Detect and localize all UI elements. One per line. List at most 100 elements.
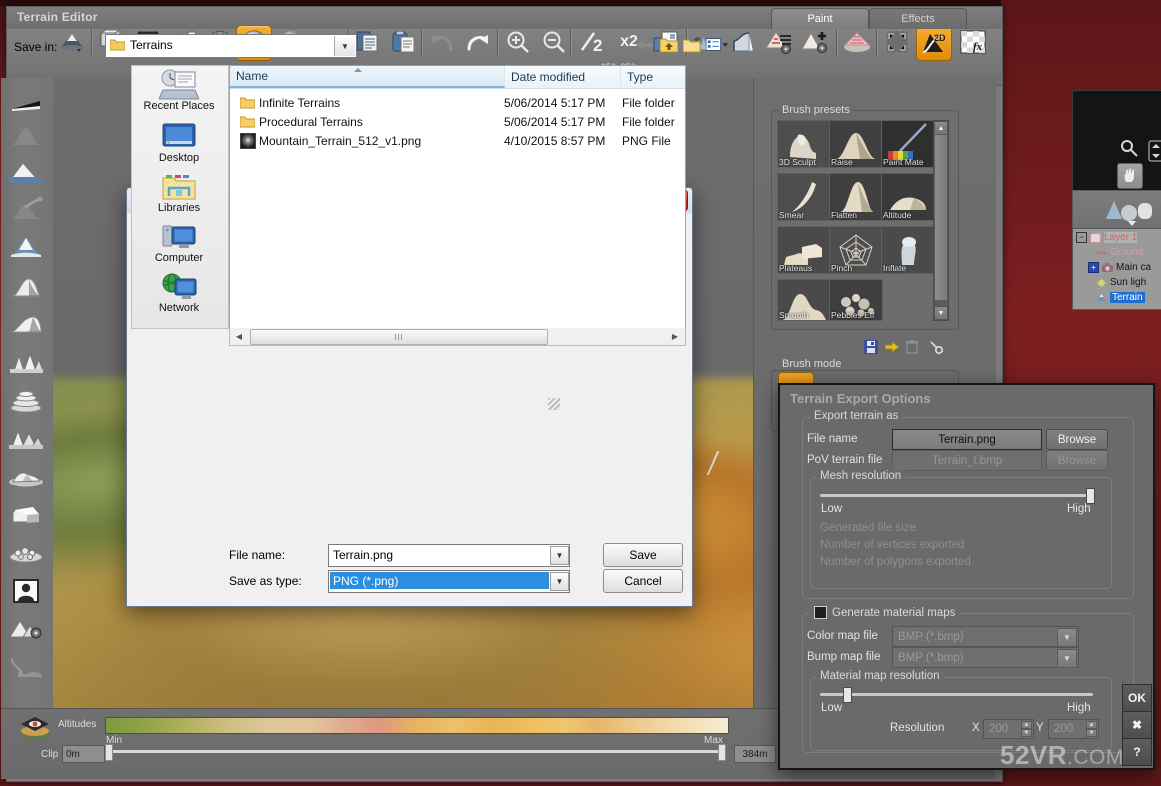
place-recent-places[interactable]: Recent Places xyxy=(131,68,227,120)
preset-flatten[interactable]: Flatten xyxy=(829,173,883,221)
file-name-field[interactable]: Terrain.png xyxy=(892,429,1042,450)
chevron-down-icon[interactable]: ▼ xyxy=(1057,628,1077,647)
preset-inflate[interactable]: Inflate xyxy=(881,226,935,274)
toolbar-add-terrain[interactable] xyxy=(798,25,832,59)
preset-settings-button[interactable] xyxy=(929,340,943,354)
material-resolution-slider[interactable] xyxy=(820,693,1093,696)
help-button[interactable]: ? xyxy=(1122,738,1152,766)
rail-pebbles-tool[interactable] xyxy=(8,538,44,568)
chevron-down-icon[interactable]: ▼ xyxy=(334,36,355,56)
color-map-select[interactable]: BMP (*.bmp) ▼ xyxy=(892,626,1079,647)
toolbar-curve[interactable] xyxy=(726,25,760,59)
preset-pinch[interactable]: Pinch xyxy=(829,226,883,274)
scroll-left-arrow-icon[interactable]: ◀ xyxy=(231,329,247,343)
preset-plateaus[interactable]: Plateaus xyxy=(777,226,831,274)
altitudes-gradient[interactable] xyxy=(105,717,729,734)
layer-row-sun-light[interactable]: Sun ligh xyxy=(1096,277,1146,288)
resolution-y-input[interactable]: 200 ▲ ▼ xyxy=(1048,719,1099,739)
place-computer[interactable]: Computer xyxy=(131,220,227,272)
chevron-down-icon[interactable]: ▼ xyxy=(1057,649,1077,668)
rail-person-silhouette-tool[interactable] xyxy=(8,576,44,606)
spinner-buttons[interactable]: ▲ ▼ xyxy=(1021,721,1032,737)
rail-peak-tool[interactable] xyxy=(8,232,44,262)
preset-pebbles-effect[interactable]: Pebbles Eff xyxy=(829,279,883,321)
table-row[interactable]: Infinite Terrains 5/06/2014 5:17 PM File… xyxy=(230,93,685,112)
rail-erosion-brush-tool[interactable] xyxy=(8,194,44,224)
rail-mountain-ghost-tool[interactable] xyxy=(8,120,44,150)
file-name-browse-button[interactable]: Browse xyxy=(1046,429,1108,450)
toolbar-zoom-in[interactable] xyxy=(501,25,535,59)
presets-scrollbar[interactable]: ▲ ▼ xyxy=(933,120,949,321)
preset-3d-sculpt[interactable]: 3D Sculpt xyxy=(777,120,831,168)
place-desktop[interactable]: Desktop xyxy=(131,120,227,172)
pov-browse-button[interactable]: Browse xyxy=(1046,450,1108,471)
preset-altitude[interactable]: Altitude xyxy=(881,173,935,221)
scroll-thumb[interactable] xyxy=(934,134,948,301)
toolbar-terrain-tool[interactable] xyxy=(55,25,89,59)
expand-icon[interactable]: + xyxy=(1088,262,1099,273)
scroll-down-arrow-icon[interactable]: ▼ xyxy=(934,306,948,320)
resize-grip[interactable] xyxy=(548,398,560,410)
toolbar-paste[interactable] xyxy=(387,25,421,59)
toolbar-terrain-paint[interactable] xyxy=(840,25,874,59)
rail-strata-tool[interactable] xyxy=(8,386,44,416)
views-list-icon[interactable] xyxy=(706,34,728,56)
column-header-date[interactable]: Date modified xyxy=(505,66,621,88)
file-list-horizontal-scrollbar[interactable]: ◀ ▶ xyxy=(229,328,686,346)
spinner-buttons[interactable]: ▲ ▼ xyxy=(1086,721,1097,737)
layer-row-layer1[interactable]: − Layer 1 xyxy=(1076,232,1138,243)
save-in-combobox[interactable]: Terrains ▼ xyxy=(105,34,357,58)
save-as-type-select[interactable]: PNG (*.png) ▼ xyxy=(328,570,570,593)
layer-row-terrain[interactable]: Terrain xyxy=(1096,292,1145,303)
chevron-down-icon[interactable]: ▼ xyxy=(550,572,569,591)
rail-mountain-water-tool[interactable] xyxy=(8,158,44,188)
resolution-x-input[interactable]: 200 ▲ ▼ xyxy=(983,719,1034,739)
horizontal-scroll-thumb[interactable] xyxy=(250,329,548,345)
file-list[interactable]: Name Date modified Type Infinite Terrain… xyxy=(229,65,686,329)
clip-max-handle[interactable] xyxy=(718,744,726,761)
toolbar-undo[interactable] xyxy=(425,25,459,59)
pov-terrain-field[interactable]: Terrain_t.bmp xyxy=(892,450,1042,471)
toolbar-redo[interactable] xyxy=(461,25,495,59)
rail-flow-arrow-tool[interactable] xyxy=(8,652,44,682)
rail-ridge-tool[interactable] xyxy=(8,310,44,340)
toolbar-divide-by-two[interactable]: 2 xyxy=(576,25,610,59)
rail-flat-terrain-tool[interactable] xyxy=(8,90,44,120)
save-preset-button[interactable] xyxy=(864,340,878,354)
preset-raise[interactable]: Raise xyxy=(829,120,883,168)
hand-pan-button[interactable] xyxy=(1117,163,1143,189)
spinner-up-icon[interactable]: ▲ xyxy=(1086,721,1097,729)
preset-smear[interactable]: Smear xyxy=(777,173,831,221)
rail-hills-tool[interactable] xyxy=(8,462,44,492)
cancel-button[interactable]: Cancel xyxy=(603,569,683,593)
cancel-button[interactable]: ✖ xyxy=(1122,711,1152,739)
rail-plateau-tool[interactable] xyxy=(8,500,44,530)
ok-button[interactable]: OK xyxy=(1122,684,1152,712)
save-button[interactable]: Save xyxy=(603,543,683,567)
tab-effects[interactable]: Effects xyxy=(869,8,967,29)
scroll-up-arrow-icon[interactable]: ▲ xyxy=(934,121,948,135)
clip-min-handle[interactable] xyxy=(105,744,113,761)
mesh-resolution-handle[interactable] xyxy=(1086,488,1095,504)
clip-slider-track[interactable] xyxy=(110,750,722,753)
delete-preset-button[interactable] xyxy=(906,340,918,354)
generate-material-maps-checkbox[interactable] xyxy=(814,606,827,619)
spinner-down-icon[interactable]: ▼ xyxy=(1086,729,1097,737)
column-header-name[interactable]: Name xyxy=(230,66,505,88)
rail-terrain-gear-tool[interactable] xyxy=(8,614,44,644)
clip-min-field[interactable]: 0m xyxy=(62,745,105,763)
toolbar-view-2d[interactable]: 2D xyxy=(916,25,952,61)
objects-shapes-icon[interactable] xyxy=(1100,194,1160,230)
pan-zoom-icon[interactable] xyxy=(1118,138,1140,160)
place-network[interactable]: Network xyxy=(131,270,227,322)
mesh-resolution-slider[interactable] xyxy=(820,494,1093,497)
toolbar-select-all[interactable] xyxy=(880,25,914,59)
up-folder-icon[interactable] xyxy=(658,34,680,56)
back-arrow-icon[interactable] xyxy=(634,34,656,56)
layer-row-main-camera[interactable]: + Main ca xyxy=(1088,262,1151,273)
preset-smooth[interactable]: Smooth xyxy=(777,279,831,321)
rail-alpine-tool[interactable] xyxy=(8,424,44,454)
apply-preset-button[interactable] xyxy=(885,340,899,354)
rail-dune-tool[interactable] xyxy=(8,272,44,302)
scroll-right-arrow-icon[interactable]: ▶ xyxy=(667,329,683,343)
